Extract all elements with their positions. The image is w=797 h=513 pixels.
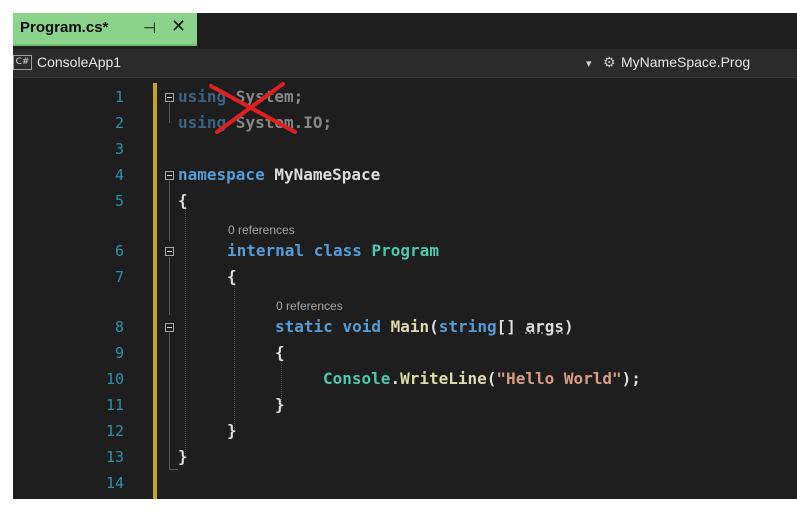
member-dropdown[interactable]: MyNameSpace.Prog [621,54,750,70]
close-icon[interactable]: ✕ [171,16,186,37]
pin-icon[interactable]: ⊣ [143,19,156,37]
class-member-icon: ⚙ [603,54,616,70]
chevron-down-icon[interactable]: ▾ [586,57,592,70]
document-tab-strip: Program.cs* ⊣ ✕ [13,13,797,46]
tab-program-cs[interactable]: Program.cs* ⊣ ✕ [13,13,197,46]
navigation-bar: C# ConsoleApp1 ▾ ⚙ MyNameSpace.Prog [13,49,797,78]
strike-line [215,82,285,134]
csharp-project-icon: C# [13,55,32,70]
editor-surface[interactable]: 1 2 3 4 5 6 7 8 9 10 11 12 13 14 using S… [13,78,797,499]
tab-title: Program.cs* [20,19,109,36]
red-x-annotation [209,82,297,134]
code-editor-window: Program.cs* ⊣ ✕ C# ConsoleApp1 ▾ ⚙ MyNam… [13,13,797,499]
project-dropdown[interactable]: ConsoleApp1 [37,54,121,70]
